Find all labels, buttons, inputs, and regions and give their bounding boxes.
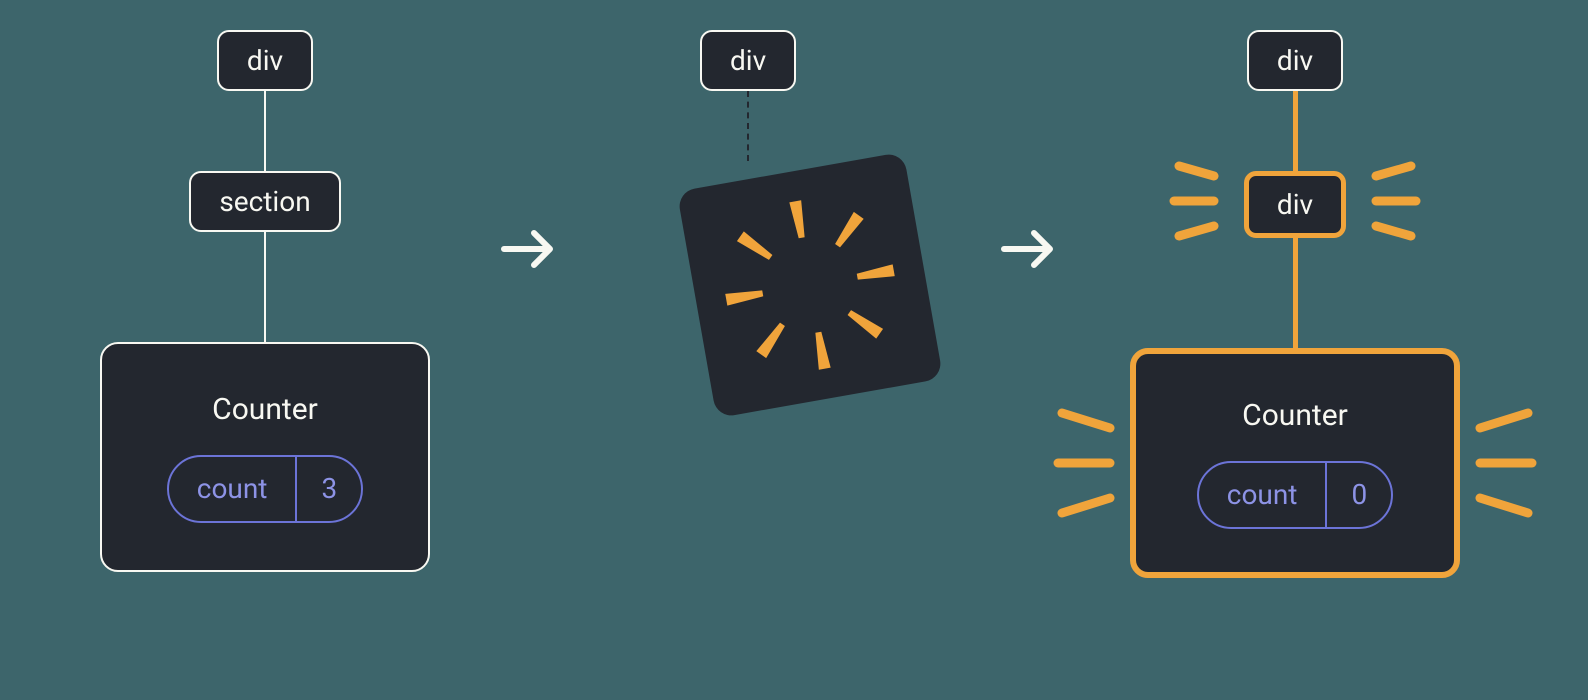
node-label: div xyxy=(1277,188,1313,221)
tree-before: div section Counter count 3 xyxy=(100,30,430,572)
tree-transition: div xyxy=(700,30,796,161)
shine-icon xyxy=(1050,408,1120,518)
tree-connector xyxy=(264,91,266,171)
component-counter-highlighted: Counter count 0 xyxy=(1130,348,1460,578)
burst-icon xyxy=(694,169,926,401)
node-label: div xyxy=(730,44,766,77)
tree-connector xyxy=(1293,238,1298,348)
arrow-icon xyxy=(1000,225,1060,273)
state-label: count xyxy=(1199,463,1328,527)
component-title: Counter xyxy=(212,392,318,427)
state-value: 3 xyxy=(297,457,361,521)
tree-after: div div Counter xyxy=(1130,30,1460,578)
component-counter: Counter count 3 xyxy=(100,342,430,572)
node-div: div xyxy=(700,30,796,91)
tree-connector xyxy=(264,232,266,342)
node-div: div xyxy=(1247,30,1343,91)
node-div: div xyxy=(217,30,313,91)
tree-connector xyxy=(1293,91,1298,171)
node-label: div xyxy=(1277,44,1313,77)
state-label: count xyxy=(169,457,298,521)
node-label: section xyxy=(219,185,310,218)
state-pill: count 0 xyxy=(1197,461,1393,529)
node-section: section xyxy=(189,171,340,232)
shine-icon xyxy=(1470,408,1540,518)
shine-icon xyxy=(1366,161,1426,241)
state-pill: count 3 xyxy=(167,455,363,523)
node-div-highlighted: div xyxy=(1244,171,1346,238)
burst-box xyxy=(677,152,943,418)
node-label: div xyxy=(247,44,283,77)
tree-connector-dashed xyxy=(747,91,749,161)
arrow-icon xyxy=(500,225,560,273)
state-value: 0 xyxy=(1327,463,1391,527)
component-title: Counter xyxy=(1242,398,1348,433)
shine-icon xyxy=(1164,161,1224,241)
